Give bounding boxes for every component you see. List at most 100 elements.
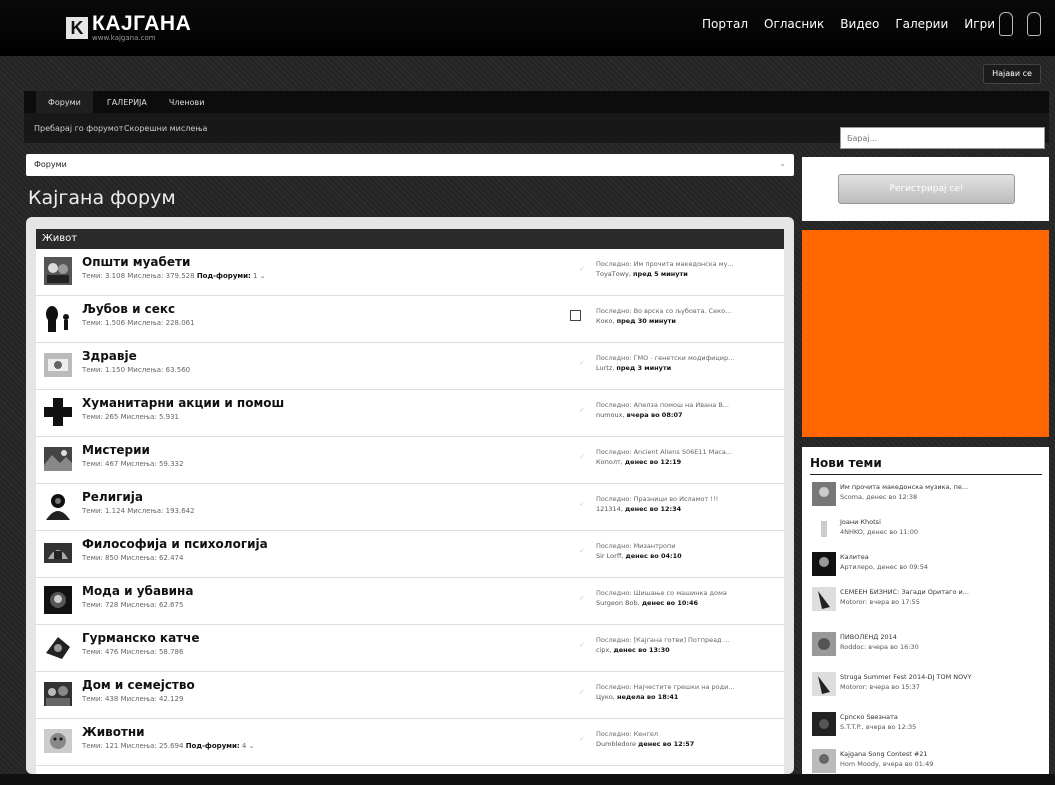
nav-games[interactable]: Игри (964, 17, 995, 31)
topic-meta: Hom Moody, вчера во 01:49 (840, 760, 934, 768)
topic-title[interactable]: Им прочита македонска музика, пе... (840, 483, 968, 491)
forum-title[interactable]: Мистерии (82, 443, 150, 457)
check-icon: ✓ (579, 265, 585, 273)
new-topic-item[interactable]: Struga Summer Fest 2014-DJ TOM NOVY Мoto… (810, 672, 1042, 708)
forum-title[interactable]: Религија (82, 490, 143, 504)
last-post-title[interactable]: Последно: Шишање со машинка дома (596, 589, 776, 597)
forum-title[interactable]: Мода и убавина (82, 584, 193, 598)
forum-stats: Теми: 3.108 Мислења: 379.528 Под-форуми:… (82, 272, 266, 280)
user-icon[interactable] (999, 12, 1013, 36)
topic-title[interactable]: СЕМЕЕН БИЗНИС: Загади Оритаго и... (840, 588, 969, 596)
last-post-title[interactable]: Последно: Им прочита македонска му... (596, 260, 776, 268)
forum-title[interactable]: Гурманско катче (82, 631, 200, 645)
last-post-meta: Кополт, денес во 12:19 (596, 458, 682, 466)
topic-title[interactable]: Српско Ѕвезната (840, 713, 898, 721)
topic-title[interactable]: ПИВОЛЕНД 2014 (840, 633, 897, 641)
last-post-title[interactable]: Последно: Кенгел (596, 730, 776, 738)
register-button[interactable]: Регистрирај се! (838, 174, 1015, 204)
last-post-meta: numoux, вчера во 08:07 (596, 411, 683, 419)
login-button[interactable]: Најави се (983, 64, 1041, 84)
forum-title[interactable]: Хуманитарни акции и помош (82, 396, 284, 410)
forum-title[interactable]: Љубов и секс (82, 302, 175, 316)
last-post-meta: Lurtz, пред 3 минути (596, 364, 672, 372)
logo-text: КАЈГАНА (92, 12, 192, 35)
forum-row: Философија и психологија Теми: 850 Мисле… (36, 531, 784, 578)
forum-title[interactable]: Дом и семејство (82, 678, 195, 692)
forum-title[interactable]: Општи муабети (82, 255, 190, 269)
last-post-title[interactable]: Последно: Мизантропи (596, 542, 776, 550)
mystery-icon (44, 447, 72, 471)
topic-meta: S.T.T.P., вчера во 12:35 (840, 723, 917, 731)
search-input[interactable] (840, 127, 1045, 149)
check-icon: ✓ (579, 641, 585, 649)
forum-stats: Теми: 438 Мислења: 42.129 (82, 695, 184, 703)
nav-classifieds[interactable]: Огласник (764, 17, 824, 31)
nav-galleries[interactable]: Галерии (895, 17, 948, 31)
philosophy-icon (44, 543, 72, 563)
health-icon (44, 353, 72, 377)
avatar (812, 552, 836, 576)
forum-title[interactable]: Философија и психологија (82, 537, 268, 551)
tab-members[interactable]: Членови (169, 98, 205, 107)
chevron-down-icon[interactable]: ⌄ (779, 159, 786, 168)
topic-meta: Roddoc: вчера во 16:30 (840, 643, 919, 651)
search-forum-link[interactable]: Пребарај го форумот (34, 124, 123, 133)
topic-title[interactable]: Калитеа (840, 553, 869, 561)
new-topic-item[interactable]: СЕМЕЕН БИЗНИС: Загади Оритаго и... Мotor… (810, 587, 1042, 623)
new-topic-item[interactable]: Калитеа Артилеро, денес во 09:54 (810, 552, 1042, 588)
avatar (812, 749, 836, 773)
check-icon: ✓ (579, 594, 585, 602)
breadcrumb-item[interactable]: Форуми (34, 160, 67, 169)
new-topic-item[interactable]: Им прочита македонска музика, пе... Scom… (810, 482, 1042, 518)
check-icon: ✓ (579, 453, 585, 461)
last-post-title[interactable]: Последно: Најчестите грешки на роди... (596, 683, 776, 691)
cross-icon (44, 398, 72, 426)
new-topic-item[interactable]: ПИВОЛЕНД 2014 Roddoc: вчера во 16:30 (810, 632, 1042, 668)
breadcrumb[interactable]: Форуми ⌄ (26, 154, 794, 176)
nav-portal[interactable]: Портал (702, 17, 748, 31)
religion-icon (46, 494, 70, 520)
last-post-title[interactable]: Последно: ГМО - генетски модифицир... (596, 354, 776, 362)
cooking-icon (46, 637, 70, 659)
avatar (812, 482, 836, 506)
new-topic-item[interactable]: Kajgana Song Contest #21 Hom Moody, вчер… (810, 749, 1042, 785)
section-header[interactable]: Живот (36, 229, 784, 249)
user-icon[interactable] (1027, 12, 1041, 36)
topic-meta: 4NHKO, денес во 11:00 (840, 528, 919, 536)
rss-icon[interactable] (570, 310, 581, 321)
last-post-title[interactable]: Последно: Апелза помош на Ивана В... (596, 401, 776, 409)
topic-meta: Артилеро, денес во 09:54 (840, 563, 928, 571)
site-logo[interactable]: K КАЈГАНА www.kajgana.com (66, 12, 192, 42)
topic-title[interactable]: Kajgana Song Contest #21 (840, 750, 928, 758)
topic-title[interactable]: Struga Summer Fest 2014-DJ TOM NOVY (840, 673, 972, 681)
last-post-meta: Surgeon Bob, денес во 10:46 (596, 599, 699, 607)
forum-stats: Теми: 467 Мислења: 59.332 (82, 460, 184, 468)
forum-list-container: Живот Општи муабети Теми: 3.108 Мислења:… (26, 217, 794, 774)
recent-posts-link[interactable]: Скорешни мислења (124, 124, 207, 133)
new-topic-item[interactable]: Српско Ѕвезната S.T.T.P., вчера во 12:35 (810, 712, 1042, 748)
forum-tab-bar: Форуми ГАЛЕРИЈА Членови (24, 90, 1049, 114)
forum-title[interactable]: Животни (82, 725, 145, 739)
nav-video[interactable]: Видео (840, 17, 879, 31)
avatar (812, 587, 836, 611)
forum-row: Дом и семејство Теми: 438 Мислења: 42.12… (36, 672, 784, 719)
register-panel: Регистрирај се! (802, 157, 1049, 221)
last-post-title[interactable]: Последно: Ancient Aliens S06E11 Maca... (596, 448, 776, 456)
family-icon (44, 682, 72, 706)
last-post-meta: сiрх, денес во 13:30 (596, 646, 670, 654)
forum-row: Љубов и секс Теми: 1.506 Мислења: 228.06… (36, 296, 784, 343)
topic-meta: Мotoror: вчера во 15:37 (840, 683, 920, 691)
last-post-title[interactable]: Последно: Празници во Исламот !!! (596, 495, 776, 503)
last-post-meta: 121314, денес во 12:34 (596, 505, 682, 513)
forum-row: Животни Теми: 121 Мислења: 25.694 Под-фо… (36, 719, 784, 766)
tab-forums[interactable]: Форуми (36, 90, 93, 114)
logo-subtext: www.kajgana.com (92, 34, 156, 42)
last-post-title[interactable]: Последно: [Кајгана готви] Потпреад ... (596, 636, 776, 644)
last-post-title[interactable]: Последно: Во врска со љубовта. Секо... (596, 307, 776, 315)
ad-banner[interactable] (802, 230, 1049, 437)
forum-title[interactable]: Здравје (82, 349, 137, 363)
tab-gallery[interactable]: ГАЛЕРИЈА (107, 98, 147, 107)
topic-title[interactable]: Јоани Кhotsi (840, 518, 881, 526)
new-topic-item[interactable]: Јоани Кhotsi 4NHKO, денес во 11:00 (810, 517, 1042, 553)
forum-stats: Теми: 121 Мислења: 25.694 Под-форуми: 4 … (82, 742, 255, 750)
